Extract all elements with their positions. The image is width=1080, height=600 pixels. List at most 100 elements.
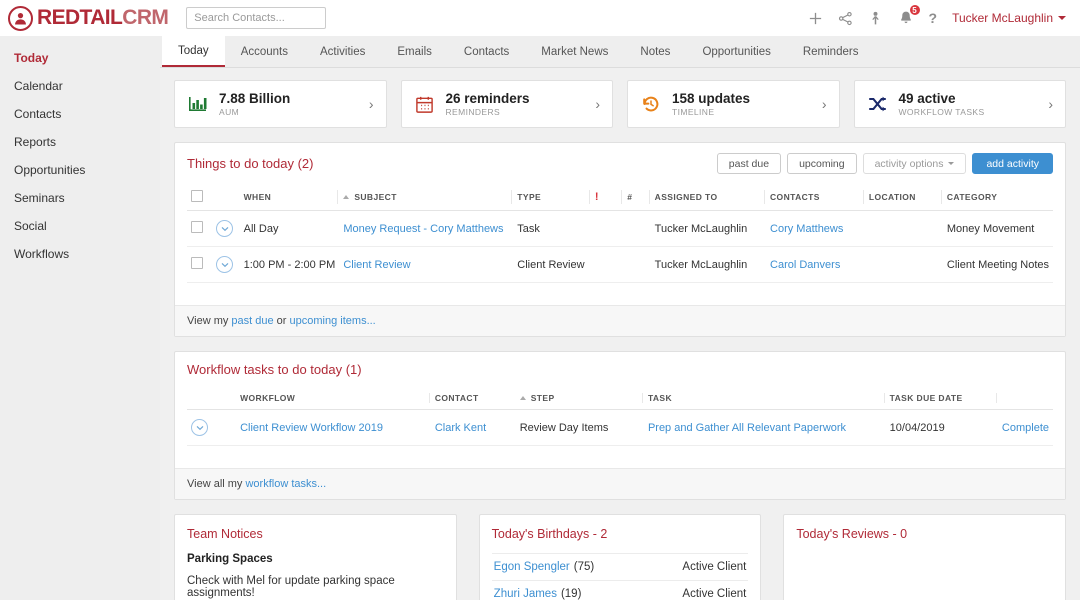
past-due-link[interactable]: past due: [231, 315, 273, 327]
help-icon[interactable]: ?: [929, 10, 938, 26]
col-assigned-to[interactable]: ASSIGNED TO: [651, 184, 766, 211]
col-number[interactable]: #: [623, 184, 650, 211]
workflow-tasks-table: WORKFLOW CONTACT STEP TASK TASK DUE DATE: [187, 387, 1053, 446]
footer-prefix: View my: [187, 315, 231, 327]
tab-notes[interactable]: Notes: [624, 36, 686, 67]
tab-contacts[interactable]: Contacts: [448, 36, 525, 67]
add-icon[interactable]: [808, 11, 823, 26]
cell-subject[interactable]: Client Review: [339, 247, 513, 283]
row-select-cell: [187, 211, 212, 247]
col-contacts[interactable]: CONTACTS: [766, 184, 865, 211]
cell-type: Client Review: [513, 247, 591, 283]
tab-bar: Today Accounts Activities Emails Contact…: [160, 36, 1080, 68]
tab-activities[interactable]: Activities: [304, 36, 381, 67]
chevron-down-circle-icon[interactable]: [216, 256, 233, 273]
select-all-checkbox[interactable]: [191, 190, 203, 202]
table-row[interactable]: All Day Money Request - Cory Matthews Ta…: [187, 211, 1053, 247]
person-circle-icon: [8, 6, 33, 31]
upcoming-button[interactable]: upcoming: [787, 153, 857, 174]
birthday-contact-name[interactable]: Egon Spengler: [494, 561, 570, 573]
col-type[interactable]: TYPE: [513, 184, 591, 211]
cell-task[interactable]: Prep and Gather All Relevant Paperwork: [644, 410, 886, 446]
col-when[interactable]: WHEN: [240, 184, 340, 211]
table-header-row: WHEN SUBJECT TYPE ! # ASSIGNED TO CONTAC…: [187, 184, 1053, 211]
row-checkbox[interactable]: [191, 221, 203, 233]
chevron-down-circle-icon[interactable]: [216, 220, 233, 237]
cell-contacts[interactable]: Carol Danvers: [766, 247, 865, 283]
cell-subject[interactable]: Money Request - Cory Matthews: [339, 211, 513, 247]
row-checkbox[interactable]: [191, 257, 203, 269]
search-input[interactable]: [186, 7, 326, 29]
stat-label: REMINDERS: [446, 107, 530, 117]
table-header-row: WORKFLOW CONTACT STEP TASK TASK DUE DATE: [187, 387, 1053, 410]
past-due-button[interactable]: past due: [717, 153, 781, 174]
sidebar-item-workflows[interactable]: Workflows: [0, 240, 160, 268]
logo-secondary: CRM: [122, 6, 168, 29]
col-category[interactable]: CATEGORY: [943, 184, 1053, 211]
cell-assigned-to: Tucker McLaughlin: [651, 247, 766, 283]
sidebar-item-contacts[interactable]: Contacts: [0, 100, 160, 128]
cell-workflow[interactable]: Client Review Workflow 2019: [236, 410, 431, 446]
stat-card-workflow-tasks[interactable]: 49 active WORKFLOW TASKS ›: [854, 80, 1067, 128]
sidebar-item-today[interactable]: Today: [0, 44, 160, 72]
stat-cards: 7.88 Billion AUM › 26 reminders REM: [174, 80, 1066, 128]
sidebar-item-reports[interactable]: Reports: [0, 128, 160, 156]
col-priority[interactable]: !: [591, 184, 623, 211]
cell-number: [623, 247, 650, 283]
workflow-tasks-link[interactable]: workflow tasks...: [245, 478, 326, 490]
sidebar-item-calendar[interactable]: Calendar: [0, 72, 160, 100]
col-location[interactable]: LOCATION: [865, 184, 943, 211]
cell-when: 1:00 PM - 2:00 PM: [240, 247, 340, 283]
activity-options-button[interactable]: activity options: [863, 153, 967, 174]
tab-opportunities[interactable]: Opportunities: [686, 36, 786, 67]
tab-emails[interactable]: Emails: [381, 36, 448, 67]
list-item[interactable]: Egon Spengler (75) Active Client: [492, 553, 749, 580]
birthday-age: (75): [574, 561, 594, 573]
cell-contact[interactable]: Clark Kent: [431, 410, 516, 446]
cell-contacts[interactable]: Cory Matthews: [766, 211, 865, 247]
workflow-tasks-panel: Workflow tasks to do today (1) WORKFLOW …: [174, 351, 1066, 500]
col-task-due-date[interactable]: TASK DUE DATE: [886, 387, 998, 410]
tab-today[interactable]: Today: [162, 36, 225, 67]
cell-type: Task: [513, 211, 591, 247]
person-icon[interactable]: [868, 11, 883, 26]
notifications-bell-icon[interactable]: 5: [898, 10, 914, 26]
cell-due-date: 10/04/2019: [886, 410, 998, 446]
chevron-right-icon: ›: [595, 96, 600, 112]
sidebar-item-seminars[interactable]: Seminars: [0, 184, 160, 212]
birthday-contact-name[interactable]: Zhuri James: [494, 588, 557, 600]
tab-reminders[interactable]: Reminders: [787, 36, 875, 67]
logo-primary: REDTAIL: [37, 6, 122, 29]
sort-asc-icon: [343, 195, 349, 199]
stat-card-aum[interactable]: 7.88 Billion AUM ›: [174, 80, 387, 128]
tab-accounts[interactable]: Accounts: [225, 36, 304, 67]
notice-heading: Parking Spaces: [187, 553, 444, 565]
col-workflow[interactable]: WORKFLOW: [236, 387, 431, 410]
col-step[interactable]: STEP: [516, 387, 644, 410]
stat-card-timeline[interactable]: 158 updates TIMELINE ›: [627, 80, 840, 128]
col-contact[interactable]: CONTACT: [431, 387, 516, 410]
chevron-right-icon: ›: [369, 96, 374, 112]
col-subject[interactable]: SUBJECT: [339, 184, 513, 211]
list-item[interactable]: Zhuri James (19) Active Client: [492, 580, 749, 600]
tab-market-news[interactable]: Market News: [525, 36, 624, 67]
table-row[interactable]: Client Review Workflow 2019 Clark Kent R…: [187, 410, 1053, 446]
panel-header: Things to do today (2) past due upcoming…: [175, 143, 1065, 184]
calendar-icon: [414, 93, 436, 115]
chevron-down-circle-icon[interactable]: [191, 419, 208, 436]
app-logo[interactable]: REDTAILCRM: [8, 6, 168, 31]
sidebar-item-social[interactable]: Social: [0, 212, 160, 240]
sidebar-item-opportunities[interactable]: Opportunities: [0, 156, 160, 184]
user-name-label: Tucker McLaughlin: [952, 11, 1053, 25]
cell-category: Client Meeting Notes: [943, 247, 1053, 283]
chevron-down-icon: [1058, 16, 1066, 20]
table-row[interactable]: 1:00 PM - 2:00 PM Client Review Client R…: [187, 247, 1053, 283]
user-menu[interactable]: Tucker McLaughlin: [952, 11, 1066, 25]
bottom-cards: Team Notices Parking Spaces Check with M…: [174, 514, 1066, 600]
complete-action-link[interactable]: Complete: [998, 410, 1053, 446]
stat-card-reminders[interactable]: 26 reminders REMINDERS ›: [401, 80, 614, 128]
add-activity-button[interactable]: add activity: [972, 153, 1053, 174]
upcoming-items-link[interactable]: upcoming items...: [290, 315, 376, 327]
share-icon[interactable]: [838, 11, 853, 26]
col-task[interactable]: TASK: [644, 387, 886, 410]
